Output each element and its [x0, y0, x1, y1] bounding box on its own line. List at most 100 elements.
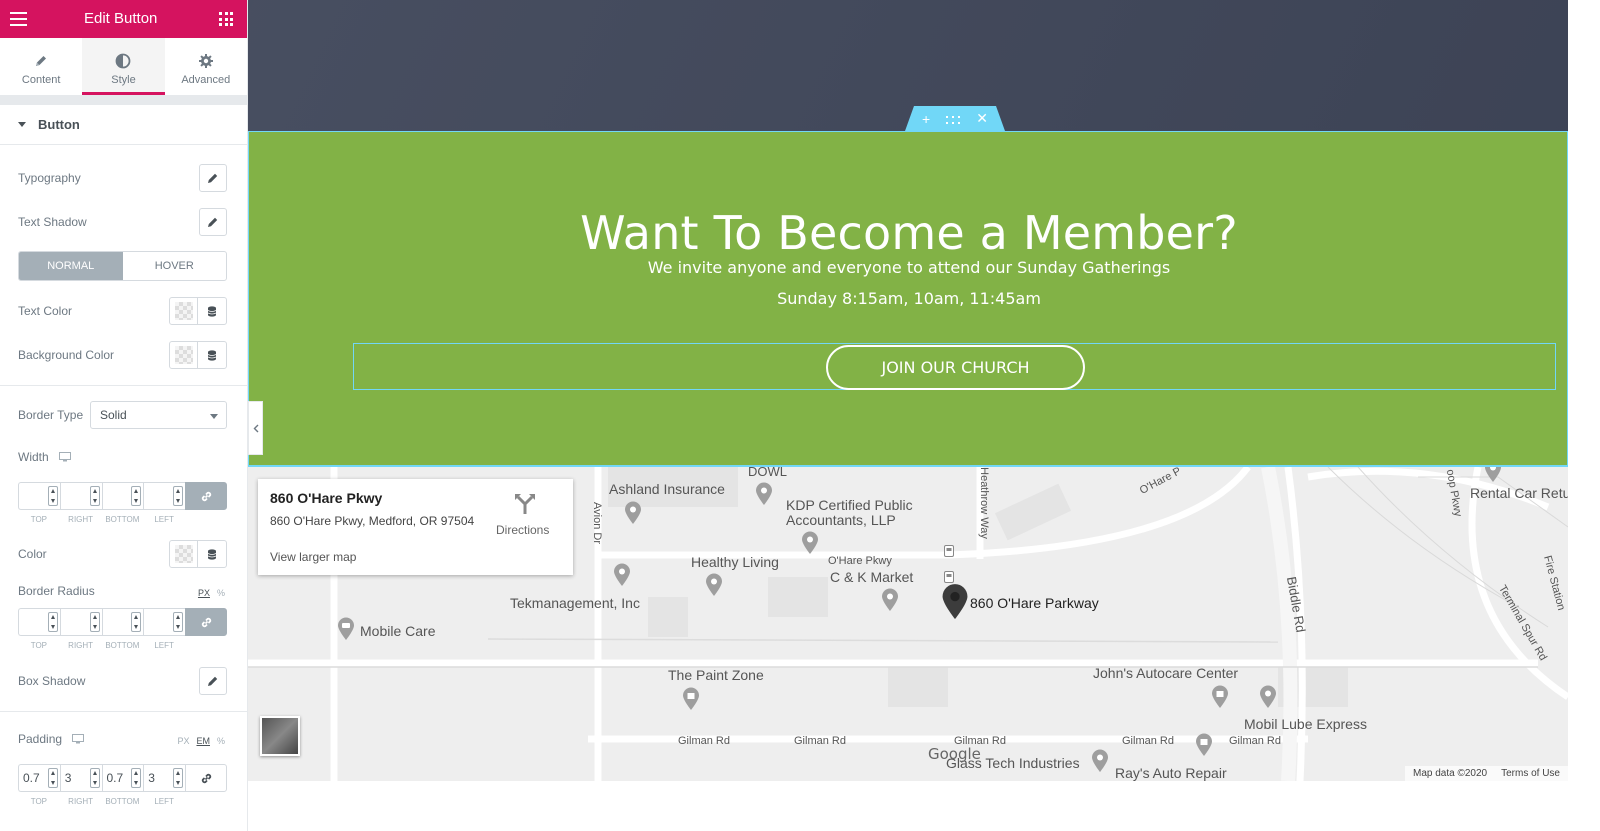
- link-icon: [201, 491, 211, 501]
- selected-location-pin-icon[interactable]: [941, 583, 969, 621]
- dim-label-bottom: BOTTOM: [105, 797, 140, 806]
- unit-px[interactable]: PX: [177, 736, 189, 746]
- box-shadow-edit-button[interactable]: [199, 667, 227, 695]
- width-label: Width: [18, 450, 49, 464]
- typography-edit-button[interactable]: [199, 164, 227, 192]
- border-width-inputs: [18, 482, 227, 510]
- directions-link[interactable]: Directions: [496, 523, 549, 537]
- directions-icon[interactable]: [513, 493, 537, 515]
- shop-pin-icon[interactable]: [1211, 685, 1229, 709]
- map-place: C & K Market: [830, 569, 914, 585]
- google-logo: Google: [928, 745, 981, 763]
- radius-left-input[interactable]: [143, 608, 185, 636]
- collapse-panel-button[interactable]: [248, 401, 263, 455]
- radius-top-input[interactable]: [18, 608, 60, 636]
- preview-canvas: + ✕ Want To Become a Member? We invite a…: [248, 0, 1600, 831]
- view-larger-map-link[interactable]: View larger map: [270, 550, 356, 564]
- tab-advanced[interactable]: Advanced: [165, 38, 247, 95]
- widgets-grid-icon[interactable]: [219, 12, 233, 26]
- map-pin-icon[interactable]: [881, 588, 899, 612]
- state-tabs: NORMAL HOVER: [18, 251, 227, 281]
- button-widget[interactable]: JOIN OUR CHURCH: [353, 343, 1556, 390]
- unit-percent[interactable]: %: [217, 588, 225, 598]
- google-map[interactable]: 860 O'Hare Pkwy 860 O'Hare Pkwy, Medford…: [248, 467, 1568, 781]
- link-values-button[interactable]: [185, 764, 227, 792]
- divider: [0, 385, 247, 386]
- tab-normal[interactable]: NORMAL: [19, 252, 123, 280]
- tab-hover[interactable]: HOVER: [123, 252, 227, 280]
- padding-right-input[interactable]: 3: [59, 764, 102, 792]
- drag-section-icon[interactable]: [946, 111, 961, 127]
- unit-px[interactable]: PX: [198, 588, 210, 598]
- dim-label-right: RIGHT: [68, 797, 94, 806]
- global-colors-icon[interactable]: [198, 342, 226, 368]
- preview-scroll-area[interactable]: [1568, 0, 1600, 831]
- unit-percent[interactable]: %: [217, 736, 225, 746]
- padding-units: PX EM %: [177, 736, 225, 746]
- map-pin-icon[interactable]: [705, 573, 723, 597]
- tab-content[interactable]: Content: [0, 38, 82, 95]
- width-top-input[interactable]: [18, 482, 60, 510]
- radius-bottom-input[interactable]: [101, 608, 144, 636]
- typography-label: Typography: [18, 171, 81, 185]
- padding-top-input[interactable]: 0.7: [18, 764, 60, 792]
- background-color-swatch[interactable]: [170, 342, 198, 368]
- street-label: Gilman Rd: [1229, 735, 1281, 747]
- cta-subtitle: We invite anyone and everyone to attend …: [647, 258, 1171, 277]
- map-pin-icon[interactable]: [1259, 685, 1277, 709]
- add-section-icon[interactable]: +: [922, 111, 930, 127]
- map-pin-icon[interactable]: [613, 563, 631, 587]
- box-shadow-label: Box Shadow: [18, 674, 86, 688]
- desktop-icon[interactable]: [72, 734, 85, 744]
- pencil-icon: [208, 676, 218, 686]
- unit-em[interactable]: EM: [196, 736, 210, 746]
- hamburger-menu-icon[interactable]: [10, 12, 27, 26]
- border-radius-label: Border Radius: [18, 584, 95, 598]
- border-color-swatch[interactable]: [170, 541, 198, 567]
- global-colors-icon[interactable]: [198, 541, 226, 567]
- border-type-select[interactable]: Solid: [90, 401, 227, 429]
- shop-pin-icon[interactable]: [1195, 733, 1213, 757]
- map-place-name: 860 O'Hare Pkwy: [270, 490, 383, 506]
- dim-label-bottom: BOTTOM: [105, 515, 140, 524]
- map-place: Accountants, LLP: [786, 512, 896, 528]
- text-shadow-edit-button[interactable]: [199, 208, 227, 236]
- section-toggle-button[interactable]: Button: [0, 105, 247, 145]
- width-left-input[interactable]: [143, 482, 185, 510]
- delete-section-icon[interactable]: ✕: [976, 110, 988, 127]
- desktop-icon[interactable]: [58, 452, 71, 462]
- link-values-button[interactable]: [185, 482, 227, 510]
- width-bottom-input[interactable]: [101, 482, 144, 510]
- cta-title: Want To Become a Member?: [580, 206, 1238, 260]
- map-pin-icon[interactable]: [1484, 467, 1502, 483]
- shop-pin-icon[interactable]: [682, 687, 700, 711]
- global-colors-icon[interactable]: [198, 298, 226, 324]
- typography-control: Typography: [18, 164, 227, 192]
- dim-label-left: LEFT: [154, 797, 174, 806]
- satellite-toggle-button[interactable]: [260, 716, 300, 756]
- join-church-button[interactable]: JOIN OUR CHURCH: [826, 345, 1085, 390]
- map-data-text: Map data ©2020: [1413, 768, 1488, 779]
- padding-left-input[interactable]: 3: [143, 764, 185, 792]
- tab-style[interactable]: Style: [82, 38, 165, 95]
- map-pin-icon[interactable]: [624, 501, 642, 525]
- map-pin-icon[interactable]: [801, 531, 819, 555]
- map-place: Ashland Insurance: [609, 481, 725, 497]
- street-label: Gilman Rd: [1122, 735, 1174, 747]
- width-right-input[interactable]: [59, 482, 102, 510]
- section-handle: + ✕: [905, 106, 1005, 131]
- bus-stop-icon: [944, 571, 954, 583]
- border-radius-units: PX %: [198, 588, 225, 598]
- padding-bottom-input[interactable]: 0.7: [101, 764, 144, 792]
- tab-content-label: Content: [21, 74, 61, 86]
- car-pin-icon[interactable]: [337, 617, 355, 641]
- map-pin-icon[interactable]: [755, 482, 773, 506]
- padding-dim-labels: TOP RIGHT BOTTOM LEFT: [18, 797, 185, 806]
- map-place: Mobile Care: [360, 623, 436, 639]
- text-color-swatch[interactable]: [170, 298, 198, 324]
- map-pin-icon[interactable]: [1091, 749, 1109, 773]
- radius-right-input[interactable]: [59, 608, 102, 636]
- terms-of-use-link[interactable]: Terms of Use: [1501, 768, 1560, 779]
- padding-inputs: 0.7 3 0.7 3: [18, 764, 227, 792]
- link-values-button[interactable]: [185, 608, 227, 636]
